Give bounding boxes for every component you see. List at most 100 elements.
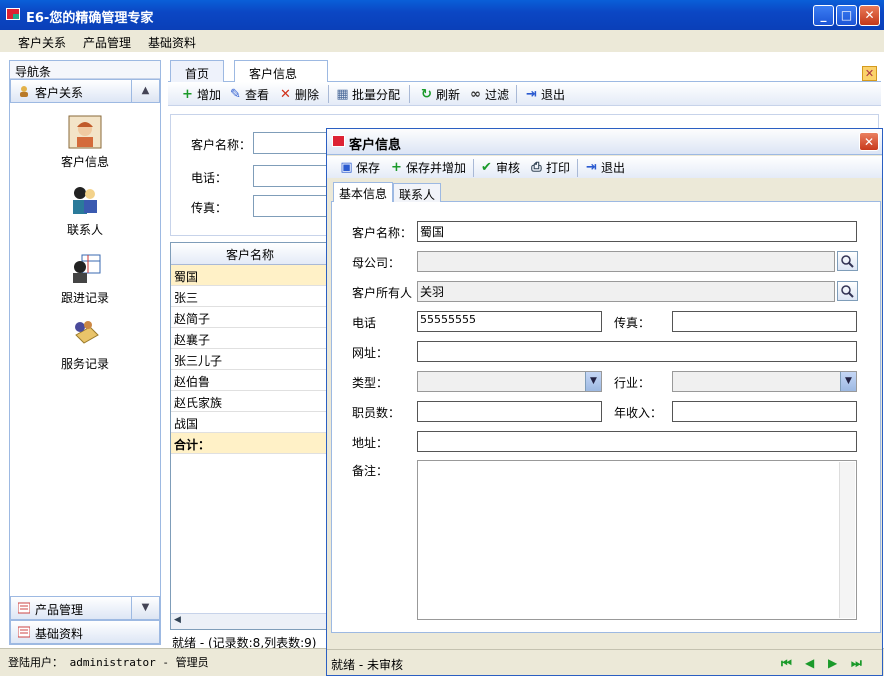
tab-contacts[interactable]: 联系人 [393, 183, 442, 202]
next-record-icon[interactable]: ▶ [828, 657, 840, 669]
table-row[interactable]: 战国 [171, 412, 329, 433]
filter-button[interactable]: ∞ 过滤 [468, 86, 509, 103]
table-row[interactable]: 赵氏家族 [171, 391, 329, 412]
dialog-app-icon [332, 135, 345, 147]
nav-group-label: 客户关系 [35, 86, 84, 100]
owner-label: 客户所有人 [352, 286, 413, 300]
minimize-icon[interactable]: _ [813, 5, 834, 26]
nav-group-label: 产品管理 [35, 603, 84, 617]
table-row[interactable]: 蜀国 [171, 265, 329, 286]
toolbar-separator [473, 159, 474, 177]
staff-count-field[interactable] [417, 401, 602, 422]
expand-down-icon[interactable]: ▼ [131, 597, 159, 619]
menu-customer[interactable]: 客户关系 [18, 34, 66, 51]
name-label: 客户名称： [352, 226, 413, 240]
table-row[interactable]: 张三儿子 [171, 349, 329, 370]
refresh-button[interactable]: ↻ 刷新 [419, 86, 460, 103]
close-tab-icon[interactable]: ✕ [862, 66, 877, 81]
nav-item-service[interactable]: 服务记录 [10, 317, 160, 372]
type-dropdown[interactable]: ▼ [417, 371, 602, 392]
nav-item-customer-info[interactable]: 客户信息 [10, 115, 160, 170]
tab-basic-info[interactable]: 基本信息 [333, 182, 394, 202]
nav-group-product[interactable]: 产品管理 ▼ [10, 596, 160, 620]
menu-product[interactable]: 产品管理 [83, 34, 131, 51]
customer-grid: 客户名称 蜀国 张三 赵简子 赵襄子 张三儿子 赵伯鲁 赵氏家族 战国 合计： … [170, 242, 330, 630]
owner-lookup-magnifier-icon[interactable] [837, 281, 858, 301]
parent-company-field[interactable] [417, 251, 835, 272]
note-label: 备注： [352, 464, 389, 478]
print-button[interactable]: ⎙ 打印 [529, 159, 570, 176]
delete-button[interactable]: ✕ 删除 [278, 86, 319, 103]
dialog-tab-strip: 基本信息 联系人 [331, 182, 881, 202]
chevron-down-icon[interactable]: ▼ [585, 372, 601, 391]
phone-field[interactable]: 55555555 [417, 311, 602, 332]
chevron-down-icon[interactable]: ▼ [840, 372, 856, 391]
collapse-up-icon[interactable]: ▲ [131, 80, 159, 102]
save-button[interactable]: ▣ 保存 [339, 159, 380, 176]
scroll-left-icon[interactable]: ◀ [174, 615, 181, 625]
approve-button[interactable]: ✔ 审核 [479, 159, 520, 176]
pencil-icon: ✎ [230, 87, 241, 102]
nav-item-label: 服务记录 [60, 357, 109, 371]
fax-field[interactable] [672, 311, 857, 332]
plus-icon: + [391, 160, 402, 175]
grid-column-header[interactable]: 客户名称 [171, 243, 329, 265]
nav-group-customer[interactable]: 客户关系 ▲ [10, 79, 160, 103]
exit-button[interactable]: ⇥ 退出 [524, 86, 565, 103]
table-row[interactable]: 张三 [171, 286, 329, 307]
tab-strip: 首页 客户信息 ✕ [168, 58, 881, 82]
address-field[interactable] [417, 431, 857, 452]
industry-label: 行业： [614, 376, 651, 390]
printer-icon: ⎙ [531, 160, 542, 175]
nav-pane: 导航条 客户关系 ▲ 客户信息 联系人 跟进记录 服务记录 产品管理 ▼ 基础资… [9, 60, 161, 645]
note-textarea[interactable] [417, 460, 857, 620]
view-button[interactable]: ✎ 查看 [228, 86, 269, 103]
add-button[interactable]: + 增加 [180, 86, 221, 103]
table-row[interactable]: 赵襄子 [171, 328, 329, 349]
search-phone-label: 电话： [191, 171, 228, 185]
parent-lookup-magnifier-icon[interactable] [837, 251, 858, 271]
dialog-exit-button[interactable]: ⇥ 退出 [584, 159, 625, 176]
tab-home[interactable]: 首页 [170, 60, 225, 82]
dialog-status-text: 就绪 - 未审核 [331, 658, 403, 672]
nav-item-contacts[interactable]: 联系人 [10, 183, 160, 238]
maximize-icon[interactable]: □ [836, 5, 857, 26]
last-record-icon[interactable]: ⏭ [851, 657, 863, 669]
website-field[interactable] [417, 341, 857, 362]
prev-record-icon[interactable]: ◀ [805, 657, 817, 669]
first-record-icon[interactable]: ⏮ [781, 657, 793, 669]
floppy-icon: ▣ [340, 160, 353, 175]
address-label: 地址： [352, 436, 389, 450]
toolbar-separator [328, 85, 329, 103]
save-and-add-button[interactable]: + 保存并增加 [389, 159, 466, 176]
search-name-input[interactable] [253, 132, 333, 154]
table-row[interactable]: 赵简子 [171, 307, 329, 328]
horizontal-scrollbar[interactable]: ◀ [171, 613, 329, 629]
checkmark-icon: ✔ [481, 160, 492, 175]
batch-assign-button[interactable]: ▦ 批量分配 [335, 86, 400, 103]
menu-basic-data[interactable]: 基础资料 [148, 34, 196, 51]
nav-group-basic[interactable]: 基础资料 [10, 620, 160, 644]
tab-customer-info[interactable]: 客户信息 [234, 60, 328, 82]
industry-dropdown[interactable]: ▼ [672, 371, 857, 392]
main-toolbar: + 增加 ✎ 查看 ✕ 删除 ▦ 批量分配 ↻ 刷新 ∞ 过滤 ⇥ 退出 [168, 82, 881, 106]
note-scrollbar[interactable] [839, 462, 855, 618]
nav-header: 导航条 [10, 61, 160, 79]
search-fax-input[interactable] [253, 195, 333, 217]
customer-info-dialog: 客户信息 ✕ ▣ 保存 + 保存并增加 ✔ 审核 ⎙ 打印 ⇥ 退出 基本信息 联系人 客… [326, 128, 883, 676]
customer-name-field[interactable]: 蜀国 [417, 221, 857, 242]
annual-income-field[interactable] [672, 401, 857, 422]
nav-item-followup[interactable]: 跟进记录 [10, 251, 160, 306]
dialog-close-icon[interactable]: ✕ [859, 132, 879, 151]
owner-field[interactable]: 关羽 [417, 281, 835, 302]
nav-group-label: 基础资料 [35, 627, 84, 641]
plus-icon: + [182, 87, 193, 102]
search-phone-input[interactable] [253, 165, 333, 187]
exit-door-icon: ⇥ [526, 87, 537, 102]
close-icon[interactable]: ✕ [859, 5, 880, 26]
table-row[interactable]: 赵伯鲁 [171, 370, 329, 391]
customer-avatar-icon [68, 115, 102, 149]
service-records-icon [68, 317, 102, 351]
dialog-toolbar: ▣ 保存 + 保存并增加 ✔ 审核 ⎙ 打印 ⇥ 退出 [327, 156, 882, 178]
type-label: 类型： [352, 376, 389, 390]
